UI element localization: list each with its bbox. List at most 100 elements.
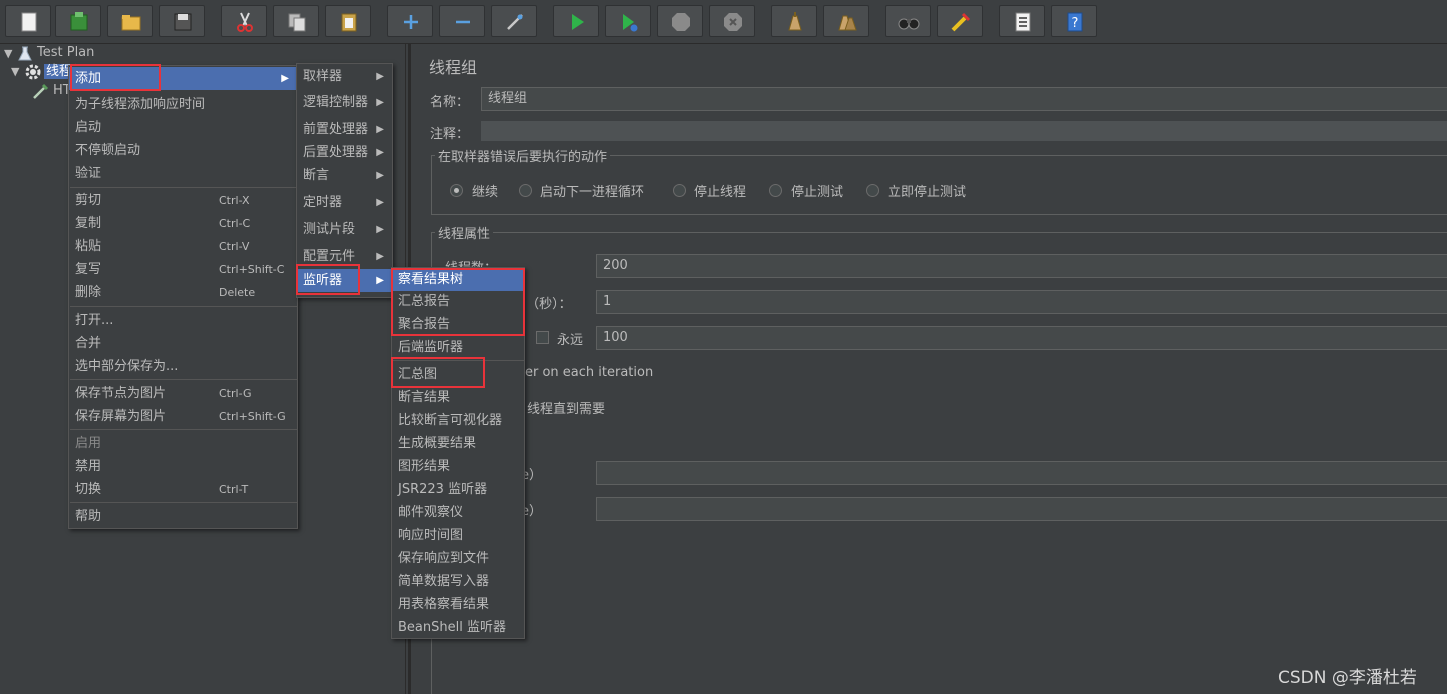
open-icon [121, 15, 141, 31]
submenu-item-pre-processor[interactable]: 前置处理器 ▶ [297, 118, 392, 141]
thread-group-panel: 线程组 名称： 线程组 注释： 在取样器错误后要执行的动作 继续 启动下一进程循… [417, 44, 1447, 694]
clear-all-button[interactable] [823, 5, 869, 37]
stop-button[interactable] [657, 5, 703, 37]
listener-item-save-responses[interactable]: 保存响应到文件 [392, 547, 524, 570]
listener-item-backend-listener[interactable]: 后端监听器 [392, 336, 524, 359]
listener-item-mailer-visualizer[interactable]: 邮件观察仪 [392, 501, 524, 524]
radio-continue[interactable] [450, 184, 463, 197]
submenu-item-assertion[interactable]: 断言 ▶ [297, 164, 392, 187]
menu-item-label: 保存屏幕为图片 [75, 409, 167, 424]
menu-item-duplicate[interactable]: 复写 Ctrl+Shift-C [69, 258, 297, 281]
menu-item-help[interactable]: 帮助 [69, 505, 297, 528]
menu-item-shortcut: Ctrl-X [219, 194, 250, 207]
listener-item-comparison-visualizer[interactable]: 比较断言可视化器 [392, 409, 524, 432]
start-button[interactable] [553, 5, 599, 37]
toggle-button[interactable] [491, 5, 537, 37]
menu-item-save-node-image[interactable]: 保存节点为图片 Ctrl-G [69, 382, 297, 405]
listener-item-aggregate-report[interactable]: 聚合报告 [392, 313, 524, 336]
menu-item-validate[interactable]: 验证 [69, 162, 297, 185]
stop-icon [672, 13, 690, 31]
radio-stop-thread[interactable] [673, 184, 686, 197]
name-field[interactable]: 线程组 [481, 87, 1447, 111]
rampup-field[interactable]: 1 [596, 290, 1447, 314]
expand-all-button[interactable] [387, 5, 433, 37]
duration-field[interactable] [596, 461, 1447, 485]
menu-item-shortcut: Ctrl+Shift-C [219, 263, 285, 276]
function-helper-button[interactable] [999, 5, 1045, 37]
copy-button[interactable] [273, 5, 319, 37]
listener-item-aggregate-graph[interactable]: 汇总图 [392, 363, 524, 386]
menu-item-disable[interactable]: 禁用 [69, 455, 297, 478]
listener-item-generate-summary[interactable]: 生成概要结果 [392, 432, 524, 455]
menu-item-shortcut: Delete [219, 286, 256, 299]
listener-item-beanshell[interactable]: BeanShell 监听器 [392, 616, 524, 639]
menu-item-toggle[interactable]: 切换 Ctrl-T [69, 478, 297, 501]
menu-item-add[interactable]: 添加 ▶ [69, 67, 297, 90]
menu-item-save-selection-as[interactable]: 选中部分保存为... [69, 355, 297, 378]
save-button[interactable] [159, 5, 205, 37]
radio-start-next-loop[interactable] [519, 184, 532, 197]
menu-item-shortcut: Ctrl-V [219, 240, 250, 253]
startup-delay-field[interactable] [596, 497, 1447, 521]
menu-item-label: 验证 [75, 166, 102, 181]
radio-stop-test[interactable] [769, 184, 782, 197]
submenu-item-test-fragment[interactable]: 测试片段 ▶ [297, 218, 392, 241]
listener-item-jsr223[interactable]: JSR223 监听器 [392, 478, 524, 501]
submenu-arrow-icon: ▶ [376, 170, 384, 181]
menu-item-paste[interactable]: 粘贴 Ctrl-V [69, 235, 297, 258]
menu-item-start-no-pause[interactable]: 不停顿启动 [69, 139, 297, 162]
function-helper-icon [1015, 12, 1031, 32]
shutdown-button[interactable] [709, 5, 755, 37]
listener-item-response-time-graph[interactable]: 响应时间图 [392, 524, 524, 547]
search-button[interactable] [885, 5, 931, 37]
menu-item-label: 复写 [75, 262, 102, 277]
forever-checkbox[interactable] [536, 331, 549, 344]
submenu-arrow-icon: ▶ [376, 71, 384, 82]
menu-item-start[interactable]: 启动 [69, 116, 297, 139]
expand-arrow-icon[interactable]: ▼ [11, 65, 19, 78]
start-no-pause-button[interactable] [605, 5, 651, 37]
menu-separator [70, 429, 298, 430]
listener-item-view-results-tree[interactable]: 察看结果树 [392, 268, 524, 291]
clear-all-icon [838, 15, 857, 31]
open-button[interactable] [107, 5, 153, 37]
comment-field[interactable] [481, 121, 1447, 141]
submenu-item-listener[interactable]: 监听器 ▶ [297, 269, 392, 292]
paste-button[interactable] [325, 5, 371, 37]
listener-item-view-results-table[interactable]: 用表格察看结果 [392, 593, 524, 616]
templates-button[interactable] [55, 5, 101, 37]
collapse-all-button[interactable] [439, 5, 485, 37]
tree-node-test-plan[interactable]: Test Plan [37, 44, 94, 62]
new-button[interactable] [5, 5, 51, 37]
start-icon [572, 14, 584, 30]
threads-field[interactable]: 200 [596, 254, 1447, 278]
radio-stop-test-now-label: 立即停止测试 [888, 185, 967, 200]
menu-item-label: 帮助 [75, 509, 102, 524]
listener-item-assertion-results[interactable]: 断言结果 [392, 386, 524, 409]
cut-icon [237, 12, 253, 32]
cut-button[interactable] [221, 5, 267, 37]
menu-item-merge[interactable]: 合并 [69, 332, 297, 355]
listener-item-simple-data-writer[interactable]: 简单数据写入器 [392, 570, 524, 593]
submenu-item-config-element[interactable]: 配置元件 ▶ [297, 245, 392, 268]
help-button[interactable]: ? [1051, 5, 1097, 37]
radio-stop-test-now[interactable] [866, 184, 879, 197]
menu-item-save-screen-image[interactable]: 保存屏幕为图片 Ctrl+Shift-G [69, 405, 297, 428]
submenu-item-post-processor[interactable]: 后置处理器 ▶ [297, 141, 392, 164]
menu-item-open[interactable]: 打开... [69, 309, 297, 332]
loop-count-field[interactable]: 100 [596, 326, 1447, 350]
clear-button[interactable] [771, 5, 817, 37]
submenu-item-sampler[interactable]: 取样器 ▶ [297, 65, 392, 88]
reset-search-button[interactable] [937, 5, 983, 37]
submenu-arrow-icon: ▶ [376, 197, 384, 208]
submenu-item-logic-controller[interactable]: 逻辑控制器 ▶ [297, 91, 392, 114]
menu-separator [70, 379, 298, 380]
expand-arrow-icon[interactable]: ▼ [4, 47, 12, 60]
listener-item-graph-results[interactable]: 图形结果 [392, 455, 524, 478]
menu-item-delete[interactable]: 删除 Delete [69, 281, 297, 304]
menu-item-add-response-time[interactable]: 为子线程添加响应时间 [69, 93, 297, 116]
listener-item-summary-report[interactable]: 汇总报告 [392, 290, 524, 313]
menu-item-cut[interactable]: 剪切 Ctrl-X [69, 189, 297, 212]
submenu-item-timer[interactable]: 定时器 ▶ [297, 191, 392, 214]
menu-item-copy[interactable]: 复制 Ctrl-C [69, 212, 297, 235]
